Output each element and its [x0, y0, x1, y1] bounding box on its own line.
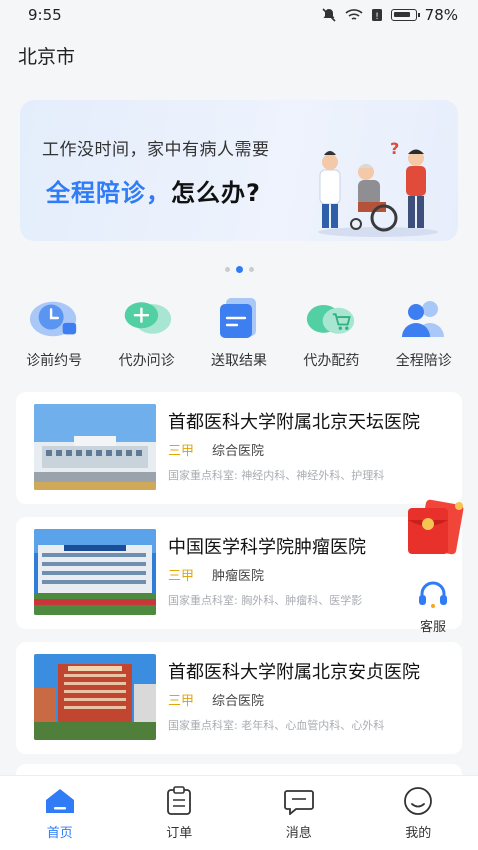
- service-medicine[interactable]: 代办配药: [286, 296, 376, 370]
- hospital-type: 综合医院: [212, 694, 265, 709]
- banner-line2: 全程陪诊，怎么办?: [46, 173, 261, 208]
- battery-icon: [390, 9, 420, 21]
- hospital-type: 肿瘤医院: [212, 569, 265, 584]
- hospital-grade: 三甲: [168, 694, 195, 709]
- carousel-dot-active[interactable]: [235, 266, 243, 273]
- hospital-card[interactable]: 首都医科大学附属北京天坛医院 三甲 综合医院 国家重点科室: 神经内科、神经外科…: [16, 392, 462, 504]
- message-icon: [282, 786, 316, 816]
- svg-text:!: !: [375, 12, 379, 22]
- hospital-name: 首都医科大学附属北京安贞医院: [168, 662, 420, 683]
- city-selector[interactable]: 北京市: [18, 42, 75, 69]
- hospital-name: 首都医科大学附属北京天坛医院: [168, 412, 420, 433]
- hospital-list: 首都医科大学附属北京天坛医院 三甲 综合医院 国家重点科室: 神经内科、神经外科…: [16, 392, 462, 767]
- hospital-card[interactable]: 首都医科大学附属北京安贞医院 三甲 综合医院 国家重点科室: 老年科、心血管内科…: [16, 642, 462, 754]
- status-bar: 9:55 ! 78%: [0, 0, 478, 30]
- red-packet-button[interactable]: [404, 498, 464, 560]
- carousel-indicator: [0, 266, 478, 273]
- carousel-dot[interactable]: [248, 267, 254, 272]
- service-consult[interactable]: 代办问诊: [102, 296, 192, 370]
- banner-question: 怎么办?: [171, 179, 261, 207]
- customer-service-label: 客服: [419, 620, 446, 635]
- banner-highlight: 全程陪诊，: [46, 179, 171, 207]
- carousel-dot[interactable]: [224, 267, 230, 272]
- service-companion[interactable]: 全程陪诊: [379, 296, 469, 370]
- service-label: 诊前约号: [26, 353, 83, 369]
- cart-icon: [305, 296, 357, 340]
- hospital-departments: 国家重点科室: 老年科、心血管内科、心外科: [168, 719, 385, 732]
- service-label: 代办配药: [303, 353, 360, 369]
- bottom-tabbar: 首页 订单 消息 我的: [0, 775, 478, 850]
- hospital-departments: 国家重点科室: 神经内科、神经外科、护理科: [168, 469, 385, 482]
- tab-label: 我的: [405, 826, 432, 841]
- wifi-icon: [345, 9, 363, 20]
- battery-percent: 78%: [424, 6, 458, 24]
- sim-icon: !: [371, 9, 382, 22]
- banner-illustration: ?: [318, 140, 438, 237]
- hospital-grade: 三甲: [168, 569, 195, 584]
- status-time: 9:55: [28, 6, 62, 24]
- hospital-photo: [34, 654, 156, 740]
- service-grid: 诊前约号 代办问诊 送取结果 代办配药 全程陪诊: [0, 296, 478, 370]
- banner-line1: 工作没时间，家中有病人需要: [42, 140, 270, 160]
- card-icon: [213, 296, 265, 340]
- tab-label: 订单: [166, 826, 193, 841]
- service-label: 全程陪诊: [395, 353, 452, 369]
- service-label: 送取结果: [210, 353, 267, 369]
- hospital-card[interactable]: 中国医学科学院肿瘤医院 三甲 肿瘤医院 国家重点科室: 胸外科、肿瘤科、医学影: [16, 517, 462, 629]
- profile-icon: [401, 786, 435, 816]
- headset-icon: [419, 581, 447, 608]
- tab-label: 首页: [46, 826, 73, 841]
- customer-service-button[interactable]: 客服: [408, 580, 458, 640]
- red-packet-icon: [408, 499, 464, 555]
- hospital-name: 中国医学科学院肿瘤医院: [168, 537, 366, 558]
- svg-text:?: ?: [390, 140, 399, 158]
- hospital-photo: [34, 529, 156, 615]
- tab-orders[interactable]: 订单: [139, 786, 219, 850]
- tab-home[interactable]: 首页: [20, 786, 100, 850]
- status-icons: ! 78%: [321, 6, 458, 24]
- chat-plus-icon: [121, 296, 173, 340]
- clipboard-icon: [162, 786, 196, 816]
- tab-profile[interactable]: 我的: [378, 786, 458, 850]
- mute-icon: [322, 8, 336, 22]
- clock-icon: [28, 296, 80, 340]
- service-results[interactable]: 送取结果: [194, 296, 284, 370]
- tab-label: 消息: [285, 826, 312, 841]
- people-icon: [398, 296, 450, 340]
- hospital-photo: [34, 404, 156, 490]
- tab-messages[interactable]: 消息: [259, 786, 339, 850]
- home-icon: [43, 786, 77, 816]
- service-label: 代办问诊: [118, 353, 175, 369]
- hospital-grade: 三甲: [168, 444, 195, 459]
- hospital-type: 综合医院: [212, 444, 265, 459]
- service-appointment[interactable]: 诊前约号: [9, 296, 99, 370]
- promo-banner[interactable]: 工作没时间，家中有病人需要 全程陪诊，怎么办? ?: [20, 100, 458, 241]
